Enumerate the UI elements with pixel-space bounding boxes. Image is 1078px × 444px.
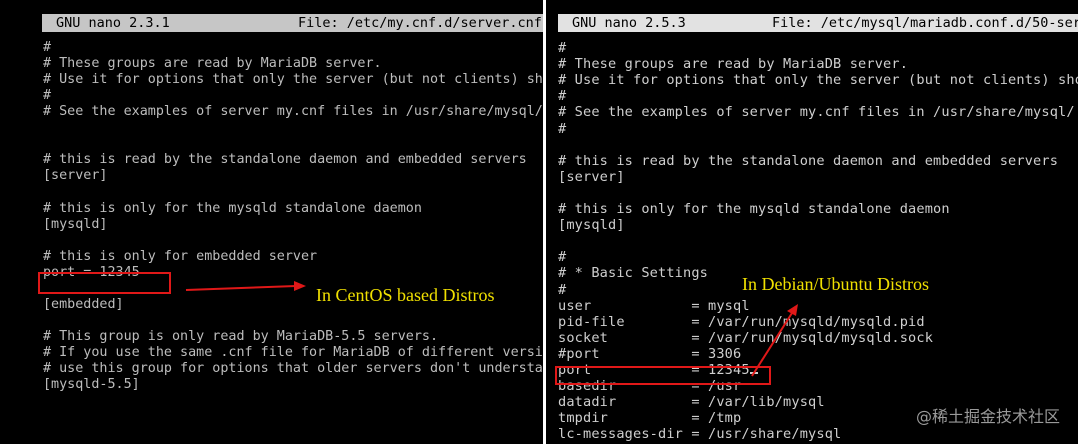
editor-line: [mysqld-5.5] [43, 377, 140, 393]
editor-line: # this is only for embedded server [43, 248, 318, 264]
editor-line: # [558, 88, 567, 105]
editor-line: lc-messages-dir = /usr/share/mysql [558, 426, 842, 443]
editor-line: datadir = /var/lib/mysql [558, 394, 825, 411]
editor-line: # This group is only read by MariaDB-5.5… [43, 328, 439, 344]
editor-line: [embedded] [43, 296, 124, 312]
editor-line: # If you use the same .cnf file for Mari… [43, 344, 543, 360]
editor-line: # this is read by the standalone daemon … [558, 152, 1059, 169]
editor-line: # Use it for options that only the serve… [43, 72, 543, 88]
nano-file-path: File: /etc/mysql/mariadb.conf.d/50-ser [772, 15, 1078, 31]
editor-line: [mysqld] [558, 217, 625, 234]
editor-line: # [558, 40, 567, 56]
editor-line: # * Basic Settings [558, 265, 709, 282]
editor-line: # [558, 120, 567, 137]
editor-line: # Use it for options that only the serve… [558, 72, 1078, 89]
editor-line: # See the examples of server my.cnf file… [558, 104, 1075, 121]
annotation-label: In CentOS based Distros [316, 285, 495, 305]
nano-titlebar: GNU nano 2.5.3 File: /etc/mysql/mariadb.… [558, 14, 1078, 32]
nano-version: GNU nano 2.5.3 [572, 15, 686, 31]
editor-line: [server] [558, 168, 625, 185]
port-highlight-box [38, 272, 171, 294]
nano-version: GNU nano 2.3.1 [56, 15, 170, 31]
terminal-left-nano[interactable]: GNU nano 2.3.1 File: /etc/my.cnf.d/serve… [0, 0, 543, 444]
editor-line: [server] [43, 168, 108, 184]
editor-line: #port = 3306 [558, 345, 742, 362]
nano-titlebar: GNU nano 2.3.1 File: /etc/my.cnf.d/serve… [42, 14, 543, 32]
editor-line: user = mysql [558, 297, 750, 314]
editor-line: # this is only for the mysqld standalone… [558, 201, 950, 217]
editor-line: socket = /var/run/mysqld/mysqld.sock [558, 329, 934, 346]
editor-line: # See the examples of server my.cnf file… [43, 104, 543, 120]
editor-line: # this is only for the mysqld standalone… [43, 200, 422, 216]
annotation-label: In Debian/Ubuntu Distros [742, 274, 929, 294]
editor-line: pid-file = /var/run/mysqld/mysqld.pid [558, 313, 925, 330]
editor-line: # [43, 88, 52, 104]
editor-line: [mysqld] [43, 216, 108, 232]
watermark: @稀土掘金技术社区 [915, 407, 1060, 426]
editor-line: # These groups are read by MariaDB serve… [43, 56, 382, 72]
editor-line: # [558, 281, 567, 298]
editor-line: # These groups are read by MariaDB serve… [558, 56, 909, 73]
port-highlight-box [555, 366, 771, 385]
editor-line: # this is read by the standalone daemon … [43, 152, 527, 168]
editor-line: tmpdir = /tmp [558, 410, 742, 427]
terminal-right-nano[interactable]: GNU nano 2.5.3 File: /etc/mysql/mariadb.… [546, 0, 1078, 444]
editor-line: # [558, 249, 567, 266]
editor-line: # use this group for options that older … [43, 361, 543, 376]
editor-line: # [43, 40, 52, 55]
nano-file-path: File: /etc/my.cnf.d/server.cnf [298, 15, 542, 31]
